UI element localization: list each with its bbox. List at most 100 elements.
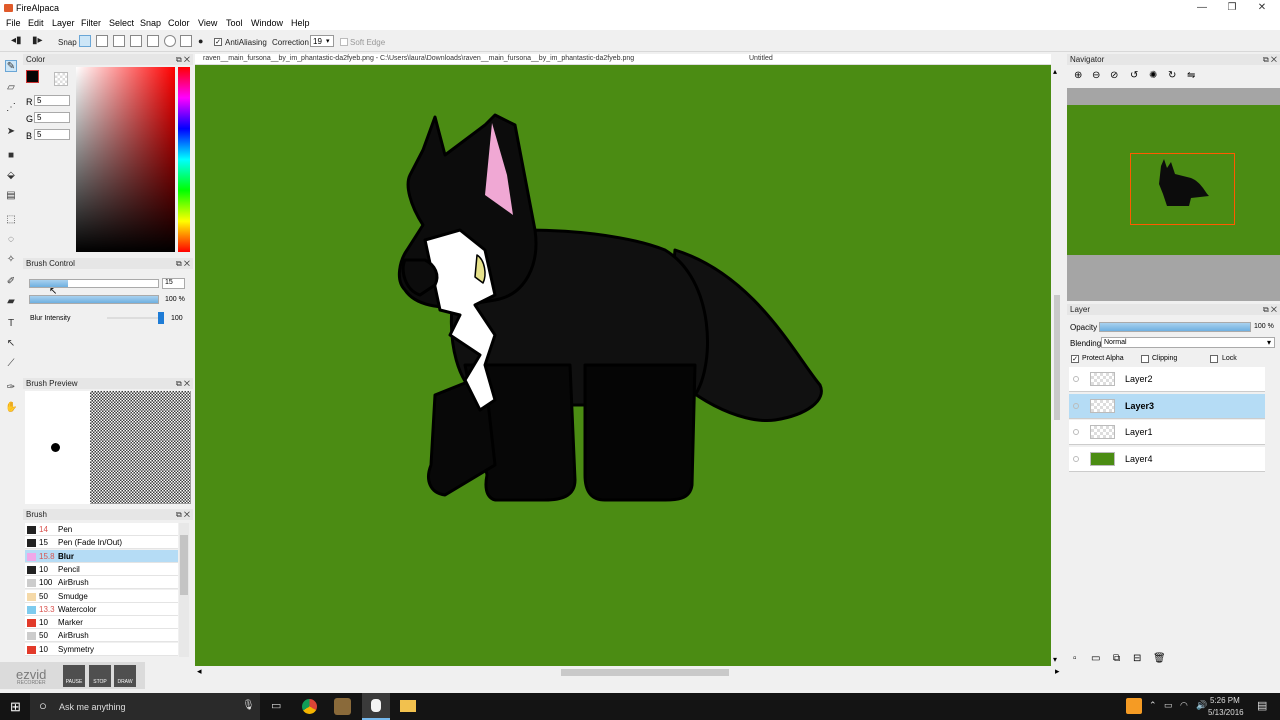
menu-edit[interactable]: Edit — [28, 18, 44, 28]
blending-select[interactable]: Normal ▾ — [1101, 337, 1275, 348]
menu-window[interactable]: Window — [251, 18, 283, 28]
blur-intensity-thumb[interactable] — [158, 312, 164, 324]
brush-list-scrollbar[interactable] — [179, 523, 189, 657]
menu-help[interactable]: Help — [291, 18, 310, 28]
snap-grid-icon[interactable] — [113, 35, 125, 47]
snap-radial-icon[interactable] — [164, 35, 176, 47]
visibility-icon[interactable] — [1073, 376, 1079, 382]
recorder-pause-button[interactable]: PAUSE — [63, 665, 85, 687]
divide-tool-icon[interactable]: ⟋ — [5, 358, 17, 370]
file-explorer-icon[interactable] — [400, 700, 416, 712]
panel-float-close-icons[interactable]: ⧉ ✕ — [176, 54, 190, 65]
rotate-reset-icon[interactable]: ✺ — [1149, 70, 1157, 81]
brush-item[interactable]: 15.8 Blur — [25, 549, 178, 563]
snap-vanishing-icon[interactable] — [147, 35, 159, 47]
network-icon[interactable]: ◠ — [1180, 700, 1188, 711]
menu-layer[interactable]: Layer — [52, 18, 75, 28]
zoom-in-icon[interactable]: ⊕ — [1074, 70, 1082, 81]
foreground-swatch[interactable] — [26, 70, 39, 83]
select-tool-icon[interactable]: ⬚ — [5, 214, 17, 226]
menu-file[interactable]: File — [6, 18, 21, 28]
snap-parallel-icon[interactable] — [96, 35, 108, 47]
gradient-tool-icon[interactable]: ▤ — [5, 190, 17, 202]
panel-float-close-icons[interactable]: ⧉ ✕ — [176, 509, 190, 520]
chrome-icon[interactable] — [302, 699, 317, 714]
snap-off-icon[interactable] — [79, 35, 91, 47]
panel-float-close-icons[interactable]: ⧉ ✕ — [1263, 54, 1277, 65]
brush-item[interactable]: 10 Symmetry — [25, 642, 178, 656]
brush-item[interactable]: 50 AirBrush — [25, 629, 178, 643]
panel-float-close-icons[interactable]: ⧉ ✕ — [176, 378, 190, 389]
canvas-vertical-scrollbar[interactable]: ▴ ▾ — [1051, 65, 1063, 666]
flip-icon[interactable]: ⇋ — [1187, 70, 1195, 81]
delete-layer-icon[interactable]: 🗑 — [1153, 653, 1166, 664]
notification-app-icon[interactable] — [1126, 698, 1142, 714]
zoom-out-icon[interactable]: ⊖ — [1092, 70, 1100, 81]
visibility-icon[interactable] — [1073, 455, 1079, 462]
layer-row[interactable]: Layer4 — [1069, 446, 1265, 472]
new-layer-icon[interactable]: ▫ — [1073, 653, 1077, 664]
brush-item[interactable]: 10 Marker — [25, 616, 178, 630]
magic-wand-icon[interactable]: ✧ — [5, 254, 17, 266]
menu-select[interactable]: Select — [109, 18, 134, 28]
horizontal-scroll-thumb[interactable] — [561, 669, 729, 676]
rotate-right-icon[interactable]: ↻ — [1168, 70, 1176, 81]
firealpaca-taskbar-icon[interactable] — [362, 693, 390, 720]
clock-date[interactable]: 5/13/2016 — [1208, 708, 1244, 717]
clipping-checkbox[interactable] — [1141, 355, 1149, 363]
rotate-left-icon[interactable]: ↺ — [1130, 70, 1138, 81]
g-input[interactable]: 5 — [34, 112, 70, 123]
brush-item[interactable]: 15 Pen (Fade In/Out) — [25, 536, 178, 550]
soft-edge-checkbox[interactable] — [340, 38, 348, 46]
r-input[interactable]: 5 — [34, 95, 70, 106]
snap-curve-icon[interactable] — [180, 35, 192, 47]
protect-alpha-checkbox[interactable]: ✓ — [1071, 355, 1079, 363]
task-view-icon[interactable]: ▭ — [271, 699, 281, 712]
brush-item[interactable]: 50 Smudge — [25, 589, 178, 603]
recorder-draw-button[interactable]: DRAW — [114, 665, 136, 687]
scroll-thumb[interactable] — [180, 535, 188, 595]
pen-tool-icon[interactable]: ✎ — [5, 60, 17, 72]
correction-select[interactable]: 19 ▾ — [310, 35, 334, 47]
scroll-down-icon[interactable]: ▾ — [1053, 655, 1057, 664]
visibility-icon[interactable] — [1073, 429, 1079, 435]
clock-time[interactable]: 5:26 PM — [1210, 696, 1240, 705]
snap-crisscross-icon[interactable] — [130, 35, 142, 47]
layer-row[interactable]: Layer2 — [1069, 367, 1265, 392]
visibility-icon[interactable] — [1073, 402, 1079, 409]
blur-intensity-track[interactable] — [107, 317, 161, 319]
antialiasing-checkbox[interactable]: ✓ — [214, 38, 222, 46]
action-center-icon[interactable]: ▤ — [1257, 699, 1267, 712]
battery-icon[interactable]: ▭ — [1164, 700, 1173, 711]
scroll-right-icon[interactable]: ▸ — [1055, 666, 1060, 677]
lock-checkbox[interactable] — [1210, 355, 1218, 363]
tab-file[interactable]: raven__main_fursona__by_im_phantastic-da… — [203, 55, 634, 62]
menu-filter[interactable]: Filter — [81, 18, 101, 28]
duplicate-layer-icon[interactable]: ⧉ — [1113, 653, 1120, 664]
menu-tool[interactable]: Tool — [226, 18, 243, 28]
select-eraser-icon[interactable]: ▰ — [5, 296, 17, 308]
next-icon[interactable]: ▮▸ — [32, 35, 43, 46]
microphone-icon[interactable]: 🎙 — [242, 700, 255, 711]
windows-start-icon[interactable]: ⊞ — [10, 699, 21, 715]
layer-row[interactable]: Layer3 — [1069, 393, 1265, 419]
search-box[interactable]: ○ Ask me anything 🎙 — [30, 693, 260, 720]
game-app-icon[interactable] — [334, 698, 351, 715]
b-input[interactable]: 5 — [34, 129, 70, 140]
scroll-up-icon[interactable]: ▴ — [1053, 67, 1057, 76]
menu-view[interactable]: View — [198, 18, 217, 28]
brush-item[interactable]: 14 Pen — [25, 523, 178, 536]
panel-float-close-icons[interactable]: ⧉ ✕ — [1263, 304, 1277, 315]
layer-opacity-slider[interactable] — [1099, 322, 1251, 332]
brush-item[interactable]: 13.3 Watercolor — [25, 602, 178, 616]
transparent-swatch[interactable] — [54, 72, 68, 86]
minimize-button[interactable]: — — [1187, 0, 1217, 16]
brush-size-input[interactable]: 15 — [162, 278, 185, 289]
text-tool-icon[interactable]: T — [5, 318, 17, 330]
menu-snap[interactable]: Snap — [140, 18, 161, 28]
move-tool-icon[interactable]: ➤ — [5, 126, 17, 138]
scroll-left-icon[interactable]: ◂ — [197, 666, 202, 677]
navigator-view-rect[interactable] — [1130, 153, 1235, 225]
select-pen-icon[interactable]: ✐ — [5, 276, 17, 288]
merge-layer-icon[interactable]: ⊟ — [1133, 653, 1141, 664]
